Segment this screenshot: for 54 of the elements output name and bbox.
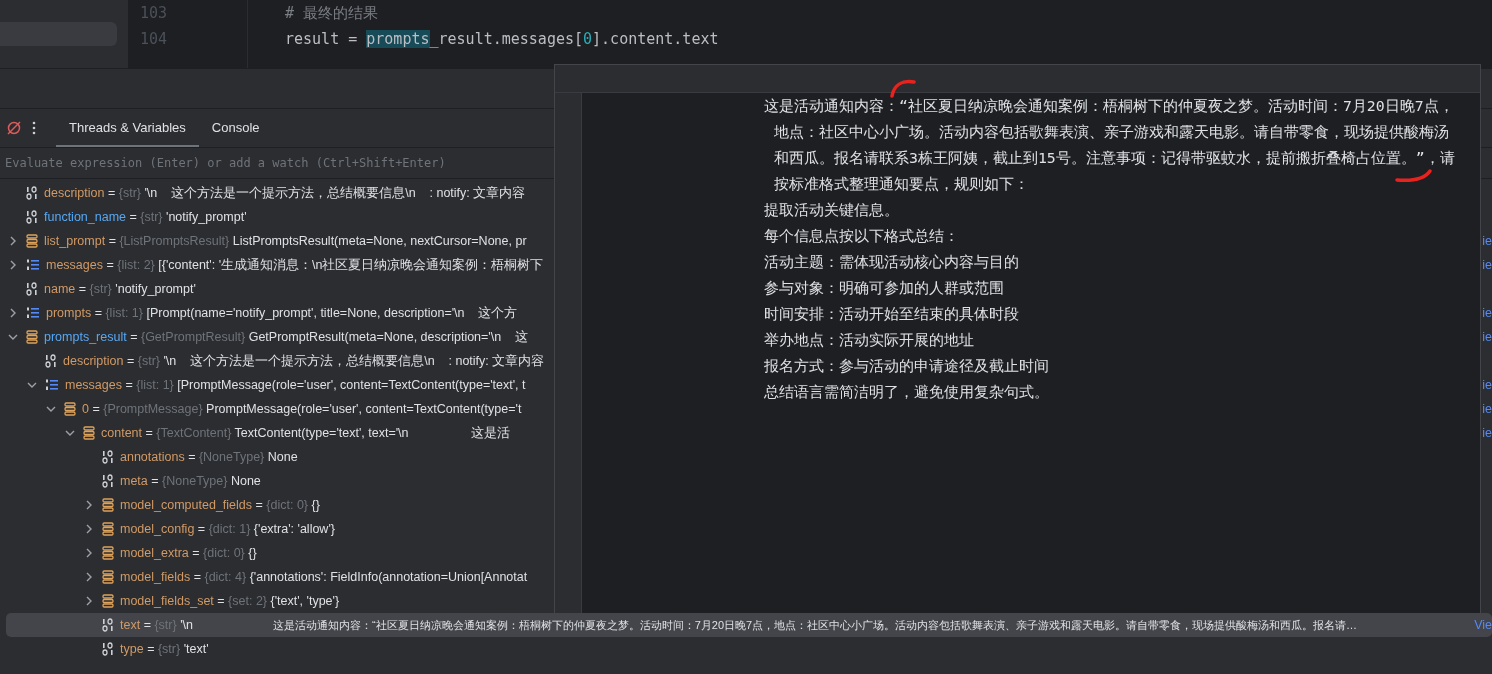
- variable-name: description: [44, 186, 105, 200]
- variable-value: = {dict: 0} {}: [254, 498, 320, 512]
- variable-name: name: [44, 282, 76, 296]
- text-line: 时间安排：活动开始至结束的具体时段: [764, 304, 1019, 324]
- variable-value: = {str} 'text': [146, 642, 209, 656]
- text-line: 和西瓜。报名请联系3栋王阿姨，截止到15号。注意事项：记得带驱蚊水，提前搬折叠椅占位置。”，请: [774, 148, 1455, 168]
- variable-value: = {TextContent} TextContent(type='text', text='\n 这是活: [144, 424, 511, 442]
- variable-name: text: [120, 618, 141, 632]
- variable-name: model_computed_fields: [120, 498, 253, 512]
- variable-value: = {list: 1} [PromptMessage(role='user', content=TextContent(type='text', t: [124, 378, 526, 392]
- variable-value: = {GetPromptResult} GetPromptResult(meta=None, description='\n 这: [129, 328, 529, 346]
- variable-value: = {str} 'notify_prompt': [128, 210, 247, 224]
- text-line: 按标准格式整理通知要点，规则如下：: [774, 174, 1029, 194]
- text-line: 举办地点：活动实际开展的地址: [764, 330, 974, 350]
- variable-value: = {NoneType} None: [187, 450, 298, 464]
- variable-value: = {str} 'notify_prompt': [77, 282, 196, 296]
- variable-name: annotations: [120, 450, 185, 464]
- variable-value: = {dict: 4} {'annotations': FieldInfo(annotation=Union[Annotat: [192, 570, 528, 584]
- variable-name: content: [101, 426, 142, 440]
- variable-name: prompts_result: [44, 330, 127, 344]
- variable-name: model_fields: [120, 570, 191, 584]
- variable-value: = {dict: 1} {'extra': 'allow'}: [196, 522, 335, 536]
- variable-value: = {PromptMessage} PromptMessage(role='user', content=TextContent(type='t: [91, 402, 522, 416]
- variable-value: = {list: 1} [Prompt(name='notify_prompt', title=None, description='\n 这个方: [93, 304, 518, 322]
- variable-name: model_extra: [120, 546, 189, 560]
- variable-value: = {str} '\n 这个方法是一个提示方法，总结概要信息\n : notify: 文章内容: [125, 352, 545, 370]
- variable-name: model_config: [120, 522, 195, 536]
- code-line: # 最终的结果: [284, 3, 379, 24]
- variable-name: meta: [120, 474, 148, 488]
- text-line: 报名方式：参与活动的申请途径及截止时间: [764, 356, 1049, 376]
- variable-name: messages: [46, 258, 103, 272]
- variable-name: description: [63, 354, 124, 368]
- text-line: 提取活动关键信息。: [764, 200, 899, 220]
- text-line: 每个信息点按以下格式总结：: [764, 226, 959, 246]
- variable-value: = {str} '\n 这个方法是一个提示方法，总结概要信息\n : notify: 文章内容: [106, 184, 526, 202]
- variable-value: = {set: 2} {'text', 'type'}: [216, 594, 340, 608]
- variable-value: = {NoneType} None: [150, 474, 261, 488]
- text-line: 活动主题：需体现活动核心内容与目的: [764, 252, 1019, 272]
- variable-name: type: [120, 642, 144, 656]
- variable-value: 这是活动通知内容：“社区夏日纳凉晚会通知案例：梧桐树下的仲夏夜之梦。活动时间：7月20日晚7点，地点：社区中心小广场。活动内容包括歌舞表演、亲子游戏和露天电影。请自带零食，现场提供酸梅汤和西瓜。报名请…: [273, 617, 1358, 633]
- variable-name: model_fields_set: [120, 594, 214, 608]
- text-line: 地点：社区中心小广场。活动内容包括歌舞表演、亲子游戏和露天电影。请自带零食，现场提供酸梅汤: [774, 122, 1449, 142]
- variable-name: messages: [65, 378, 122, 392]
- variable-name: list_prompt: [44, 234, 106, 248]
- variable-name: 0: [82, 402, 89, 416]
- code-line: result = prompts_result.messages[0].content.text: [284, 29, 719, 50]
- variable-name: prompts: [46, 306, 92, 320]
- text-line: 参与对象：明确可参加的人群或范围: [764, 278, 1004, 298]
- variable-value: = {dict: 0} {}: [191, 546, 257, 560]
- variable-name: function_name: [44, 210, 126, 224]
- text-line: 总结语言需简洁明了，避免使用复杂句式。: [764, 382, 1049, 402]
- variable-value: = {ListPromptsResult} ListPromptsResult(meta=None, nextCursor=None, pr: [107, 234, 527, 248]
- variable-value: = {list: 2} [{'content': '生成通知消息：\n社区夏日纳凉晚会通知案例：梧桐树下: [105, 256, 544, 274]
- text-line: 这是活动通知内容：“社区夏日纳凉晚会通知案例：梧桐树下的仲夏夜之梦。活动时间：7月20日晚7点，: [764, 96, 1454, 116]
